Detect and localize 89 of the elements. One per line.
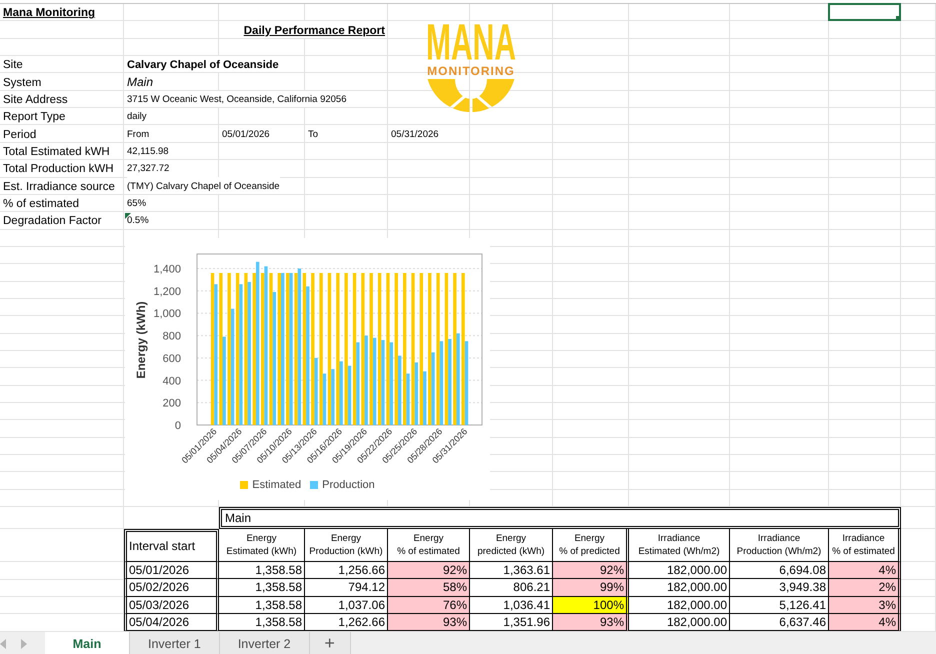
column-header: Energy predicted (kWh)	[470, 528, 553, 562]
y-axis-tick-label: 1,200	[153, 286, 181, 298]
legend-label: Production	[322, 479, 375, 491]
production-bar	[348, 366, 352, 425]
field-value: Calvary Chapel of Oceanside	[127, 56, 279, 72]
table-cell: 93%	[553, 614, 629, 632]
table-cell: 182,000.00	[629, 579, 730, 597]
production-bar	[314, 358, 318, 425]
field-label: % of estimated	[3, 197, 80, 212]
y-axis-tick-label: 0	[174, 420, 181, 432]
field-label: Site Address	[3, 93, 68, 108]
field-label: Site	[3, 58, 23, 72]
y-axis-tick-label: 200	[162, 398, 181, 410]
table-cell: 6,637.46	[730, 614, 829, 632]
table-cell: 100%	[553, 596, 629, 614]
table-cell: 2%	[829, 579, 901, 597]
table-cell: 182,000.00	[629, 596, 730, 614]
y-axis-tick-label: 1,000	[153, 308, 181, 320]
half-sun-icon	[428, 79, 514, 112]
field-label: System	[3, 76, 42, 90]
table-cell: 1,358.58	[219, 596, 305, 614]
table-cell: 05/02/2026	[124, 579, 219, 597]
table-cell: 1,358.58	[219, 579, 305, 597]
table-cell: 05/01/2026	[124, 562, 219, 580]
sheet-tab[interactable]: Inverter 1	[130, 632, 220, 654]
table-cell: 1,351.96	[470, 614, 553, 632]
group-header: Main	[219, 506, 901, 529]
table-cell: 4%	[829, 614, 901, 632]
column-header: Energy % of estimated	[388, 528, 470, 562]
production-bar	[414, 362, 418, 425]
field-label: Degradation Factor	[3, 214, 102, 228]
table-cell: 1,036.41	[470, 596, 553, 614]
logo-tagline: MONITORING	[427, 65, 515, 77]
table-cell: 1,358.58	[219, 614, 305, 632]
field-value: 3715 W Oceanic West, Oceanside, California 92056	[127, 90, 346, 108]
table-cell: 93%	[388, 614, 470, 632]
table-cell: 1,262.66	[305, 614, 388, 632]
column-header: Irradiance Estimated (Wh/m2)	[629, 528, 730, 562]
column-header: Irradiance % of estimated	[829, 528, 901, 562]
production-bar	[423, 371, 426, 425]
table-cell: 806.21	[470, 579, 553, 597]
field-label: Est. Irradiance source	[3, 180, 115, 194]
y-axis-tick-label: 400	[162, 375, 181, 388]
y-axis-title: Energy (kWh)	[134, 301, 148, 379]
sheet-tab[interactable]: Main	[45, 632, 130, 654]
legend-label: Estimated	[252, 479, 302, 491]
y-axis-tick-label: 800	[162, 330, 181, 343]
table-cell: 05/04/2026	[124, 614, 219, 632]
table-cell: 6,694.08	[730, 562, 829, 580]
table-cell: 182,000.00	[629, 614, 730, 632]
table-cell: 58%	[388, 579, 470, 597]
scroll-right-icon[interactable]	[21, 638, 27, 649]
table-cell: 182,000.00	[629, 562, 730, 580]
table-cell: 1,358.58	[219, 562, 305, 580]
report-title: Daily Performance Report	[244, 21, 385, 38]
table-cell: 1,037.06	[305, 596, 388, 614]
y-axis-tick-label: 600	[162, 352, 181, 365]
production-bar	[322, 374, 326, 425]
column-header: Energy % of predicted	[553, 528, 629, 562]
table-cell: 5,126.41	[730, 596, 829, 614]
field-value: (TMY) Calvary Chapel of Oceanside	[127, 177, 280, 194]
field-label: Total Production kWH	[3, 162, 114, 176]
add-sheet-button[interactable]: +	[310, 632, 351, 654]
table-cell: 92%	[388, 562, 470, 580]
field-label: Period	[3, 128, 36, 142]
table-cell: 3%	[829, 596, 901, 614]
table-cell: 1,363.61	[470, 562, 553, 580]
production-bar	[331, 369, 334, 425]
column-header: Energy Production (kWh)	[305, 528, 388, 562]
table-cell: 05/03/2026	[124, 596, 219, 614]
table-cell: 76%	[388, 596, 470, 614]
table-cell: 4%	[829, 562, 901, 580]
table-cell: 1,256.66	[305, 562, 388, 580]
scroll-left-icon[interactable]	[0, 638, 6, 649]
production-bar	[406, 374, 410, 425]
table-cell: 3,949.38	[730, 579, 829, 597]
table-cell: 92%	[553, 562, 629, 580]
field-label: Total Estimated kWH	[3, 145, 110, 160]
column-header: Interval start	[124, 528, 219, 562]
production-bar	[398, 356, 402, 425]
sheet-tab[interactable]: Inverter 2	[220, 632, 310, 654]
y-axis-tick-label: 1,400	[153, 264, 181, 276]
table-cell: 794.12	[305, 579, 388, 597]
column-header: Energy Estimated (kWh)	[219, 528, 305, 562]
table-cell: 99%	[553, 579, 629, 597]
field-label: Report Type	[3, 110, 66, 124]
logo-wordmark: MANA	[426, 24, 516, 65]
production-bar	[340, 361, 343, 425]
column-header: Irradiance Production (Wh/m2)	[730, 528, 829, 562]
